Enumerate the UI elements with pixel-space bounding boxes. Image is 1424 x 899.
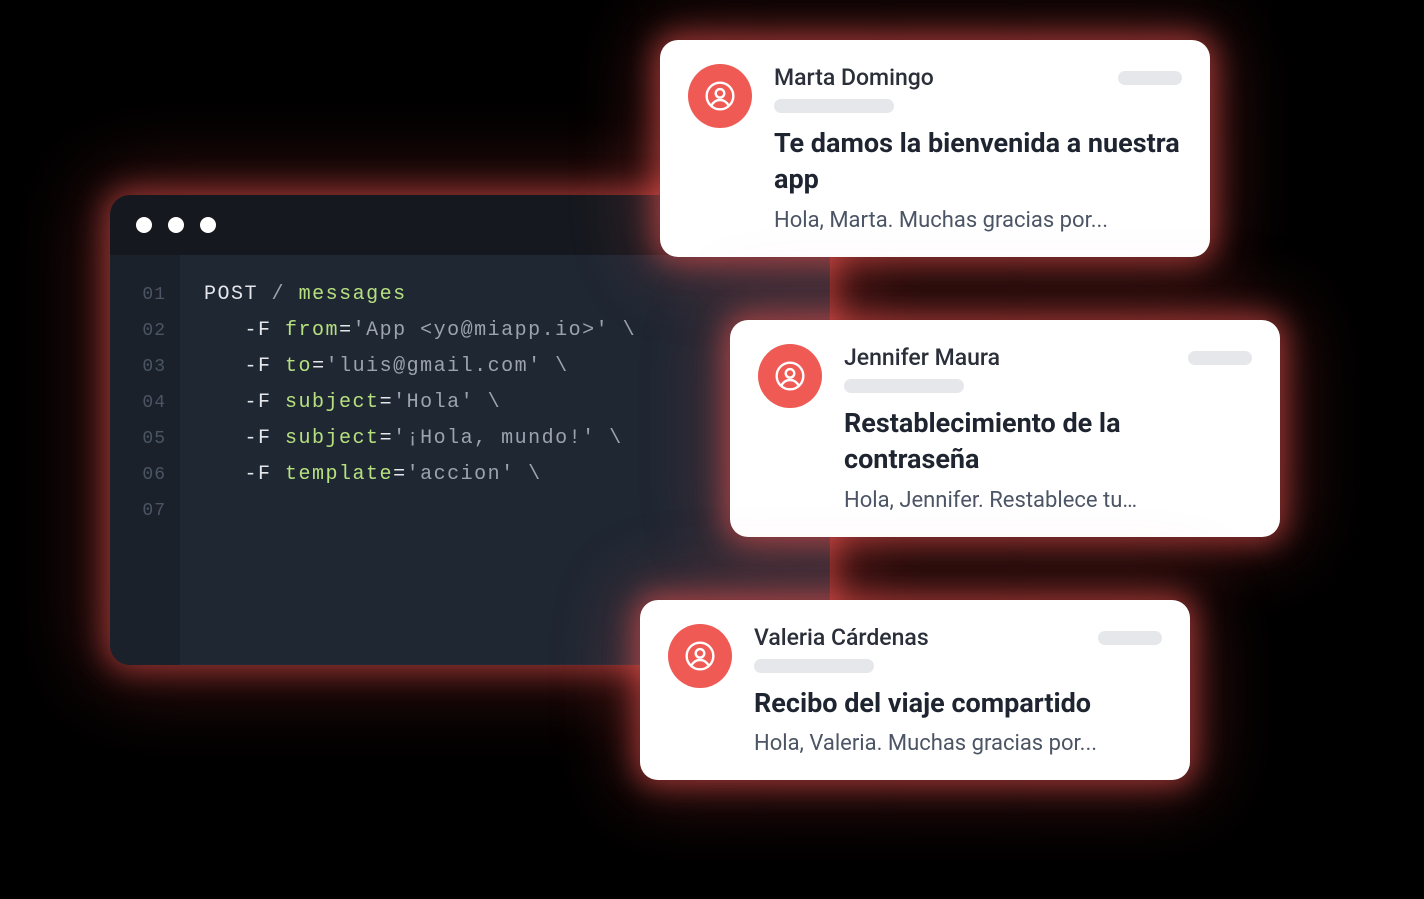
flag-value: 'App <yo@miapp.io>' (353, 319, 610, 342)
line-number-gutter: 01 02 03 04 05 06 07 (110, 255, 180, 665)
line-number: 03 (110, 349, 166, 385)
user-icon (774, 360, 806, 392)
email-body: Marta Domingo Te damos la bienvenida a n… (774, 64, 1182, 233)
flag-key: to (285, 355, 312, 378)
line-continuation: \ (528, 463, 542, 486)
placeholder-bar (844, 379, 964, 393)
avatar (758, 344, 822, 408)
line-number: 04 (110, 385, 166, 421)
code-terminal: 01 02 03 04 05 06 07 POST / messages -F … (110, 195, 830, 665)
flag-prefix: -F (245, 391, 272, 414)
http-method: POST (204, 283, 258, 306)
avatar (668, 624, 732, 688)
email-card: Valeria Cárdenas Recibo del viaje compar… (640, 600, 1190, 780)
email-header-row: Marta Domingo (774, 64, 1182, 91)
user-icon (684, 640, 716, 672)
sender-name: Jennifer Maura (844, 344, 1000, 371)
email-preview: Hola, Jennifer. Restablece tu… (844, 488, 1252, 513)
resource-name: messages (299, 283, 407, 306)
flag-prefix: -F (245, 463, 272, 486)
placeholder-bar (1098, 631, 1162, 645)
email-subject: Te damos la bienvenida a nuestra app (774, 125, 1182, 198)
placeholder-bar (754, 659, 874, 673)
flag-key: subject (285, 391, 380, 414)
placeholder-bar (774, 99, 894, 113)
flag-value: 'accion' (407, 463, 515, 486)
email-body: Valeria Cárdenas Recibo del viaje compar… (754, 624, 1162, 756)
window-dot-icon (168, 217, 184, 233)
email-subject: Restablecimiento de la contraseña (844, 405, 1252, 478)
window-dot-icon (200, 217, 216, 233)
avatar (688, 64, 752, 128)
flag-value: 'luis@gmail.com' (326, 355, 542, 378)
line-continuation: \ (609, 427, 623, 450)
line-continuation: \ (555, 355, 569, 378)
flag-key: from (285, 319, 339, 342)
sender-name: Valeria Cárdenas (754, 624, 929, 651)
code-block: POST / messages -F from='App <yo@miapp.i… (180, 255, 636, 665)
line-number: 01 (110, 277, 166, 313)
email-preview: Hola, Marta. Muchas gracias por... (774, 208, 1182, 233)
email-body: Jennifer Maura Restablecimiento de la co… (844, 344, 1252, 513)
flag-key: template (285, 463, 393, 486)
email-subject: Recibo del viaje compartido (754, 685, 1162, 721)
sender-name: Marta Domingo (774, 64, 934, 91)
email-card: Marta Domingo Te damos la bienvenida a n… (660, 40, 1210, 257)
flag-prefix: -F (245, 355, 272, 378)
line-number: 02 (110, 313, 166, 349)
line-continuation: \ (488, 391, 502, 414)
line-number: 05 (110, 421, 166, 457)
flag-prefix: -F (245, 427, 272, 450)
email-header-row: Jennifer Maura (844, 344, 1252, 371)
email-preview: Hola, Valeria. Muchas gracias por... (754, 731, 1162, 756)
line-number: 07 (110, 493, 166, 529)
placeholder-bar (1118, 71, 1182, 85)
flag-value: '¡Hola, mundo!' (393, 427, 596, 450)
line-continuation: \ (623, 319, 637, 342)
window-dot-icon (136, 217, 152, 233)
email-header-row: Valeria Cárdenas (754, 624, 1162, 651)
user-icon (704, 80, 736, 112)
flag-key: subject (285, 427, 380, 450)
flag-prefix: -F (245, 319, 272, 342)
placeholder-bar (1188, 351, 1252, 365)
line-number: 06 (110, 457, 166, 493)
flag-value: 'Hola' (393, 391, 474, 414)
email-card: Jennifer Maura Restablecimiento de la co… (730, 320, 1280, 537)
path-slash: / (272, 283, 286, 306)
